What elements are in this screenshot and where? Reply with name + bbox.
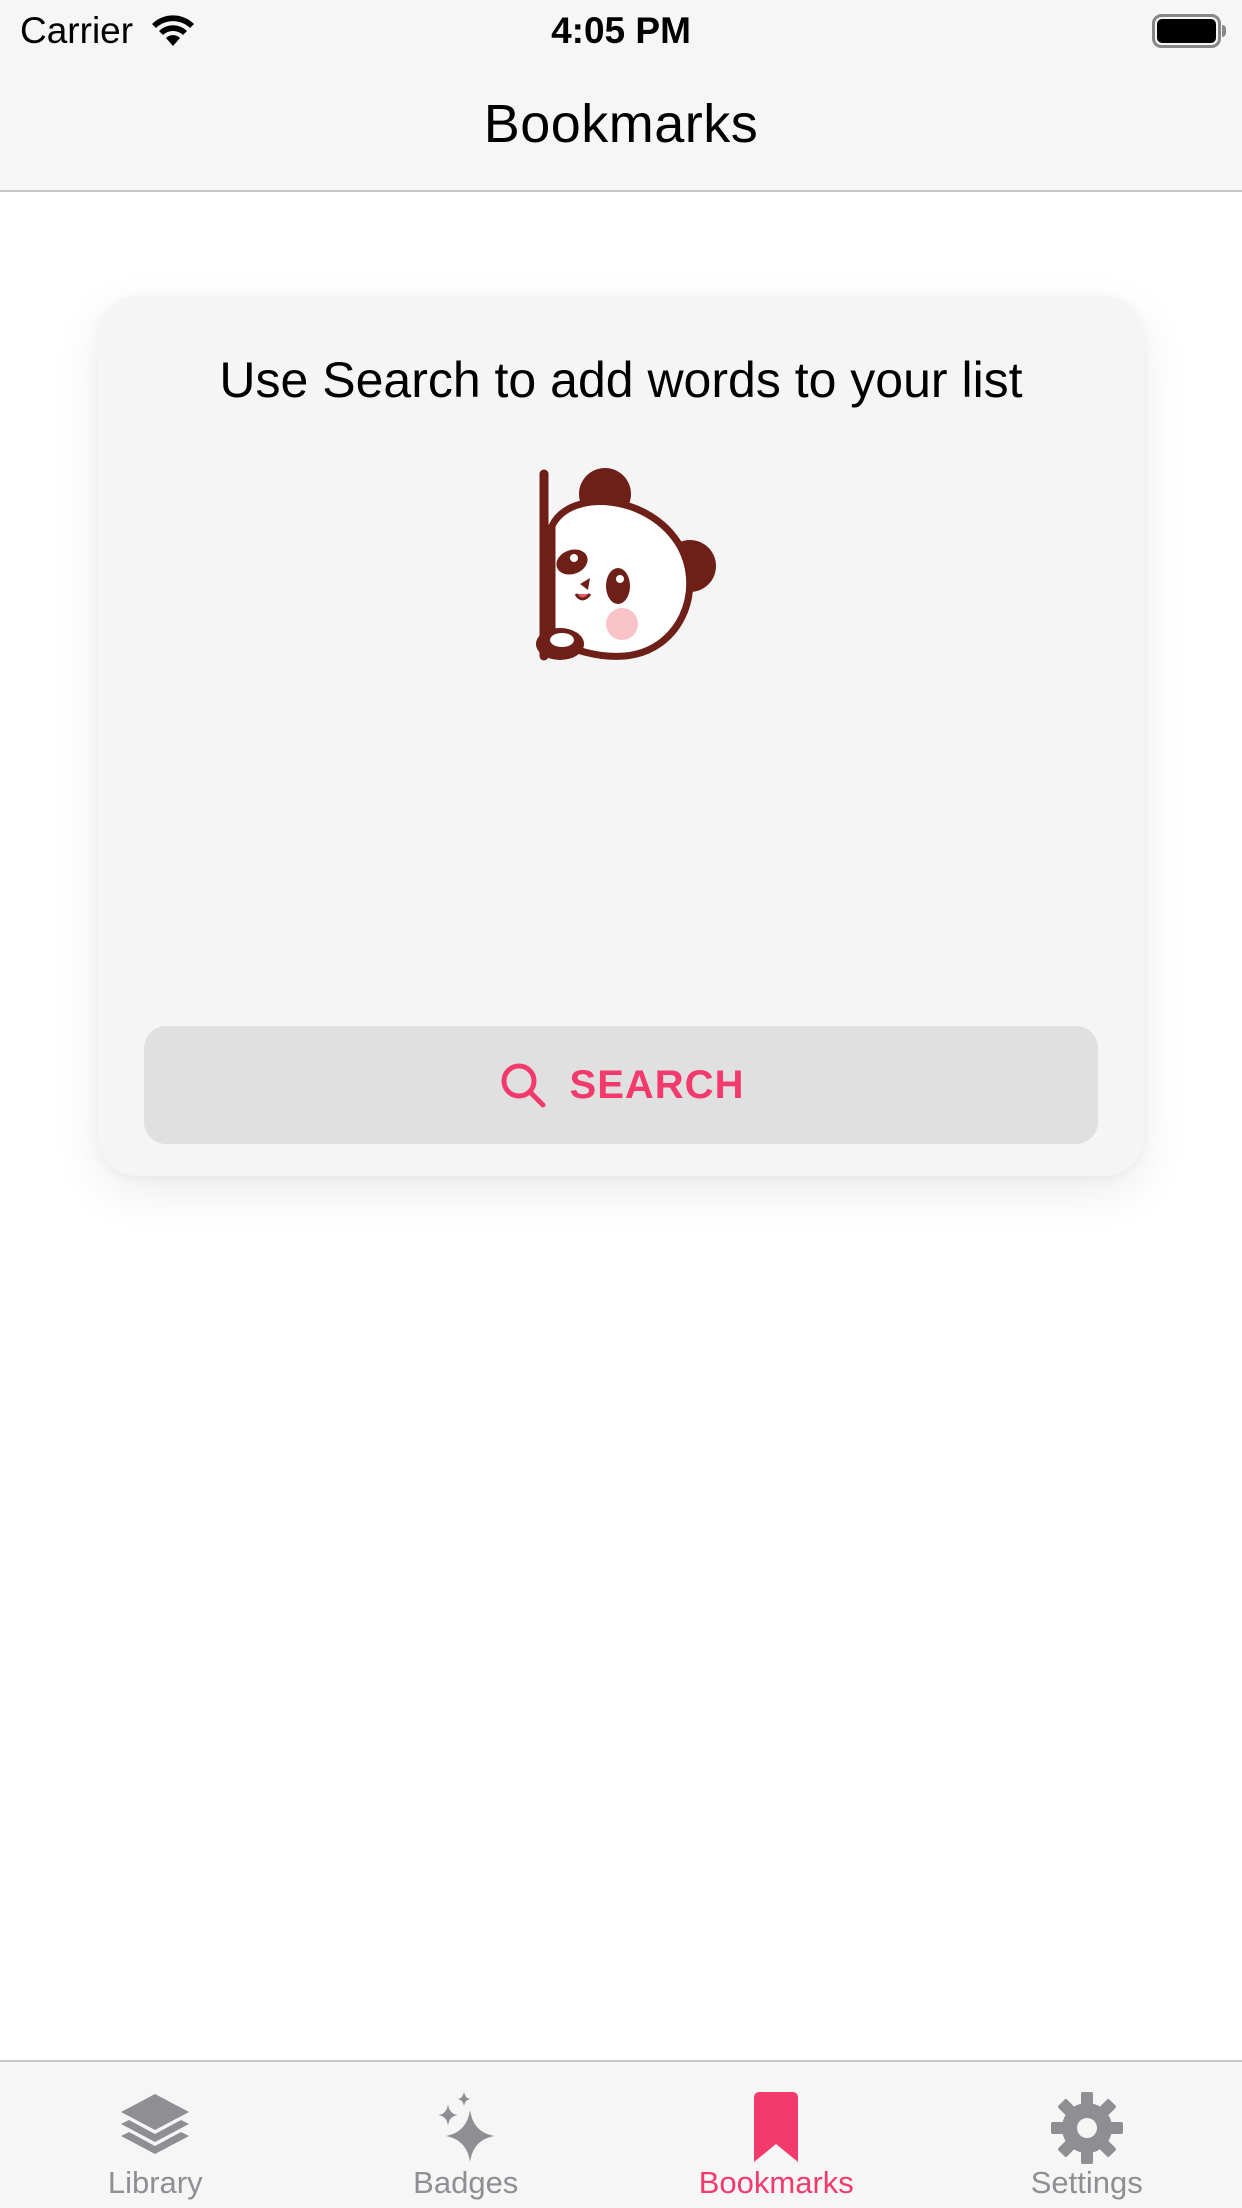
search-icon	[501, 1063, 546, 1108]
panda-illustration	[536, 468, 716, 661]
layers-icon	[121, 2094, 190, 2154]
battery-icon	[1152, 14, 1226, 48]
gear-icon	[1050, 2092, 1123, 2164]
status-carrier: Carrier	[20, 10, 134, 51]
empty-state-card: Use Search to add words to your list SEA…	[98, 296, 1144, 1176]
search-button[interactable]: SEARCH	[144, 1026, 1098, 1144]
tab-label-badges: Badges	[413, 2165, 519, 2200]
tab-label-settings: Settings	[1030, 2165, 1143, 2200]
wifi-icon	[152, 15, 194, 46]
tab-bookmarks[interactable]: Bookmarks	[621, 2062, 932, 2208]
page-title: Bookmarks	[483, 94, 759, 154]
search-button-label: SEARCH	[569, 1062, 745, 1107]
bookmark-icon	[754, 2092, 799, 2162]
tab-library[interactable]: Library	[0, 2062, 311, 2208]
tab-badges[interactable]: Badges	[311, 2062, 622, 2208]
tab-label-bookmarks: Bookmarks	[698, 2165, 854, 2200]
sparkles-icon	[437, 2092, 494, 2162]
navigation-bar: Carrier 4:05 PM Bookmarks	[0, 0, 1242, 192]
tab-bar: Library Badges Bookmarks Settings	[0, 2060, 1242, 2208]
empty-state-message: Use Search to add words to your list	[219, 352, 1023, 408]
tab-label-library: Library	[107, 2165, 203, 2200]
screen: Carrier 4:05 PM Bookmarks Use Search to …	[0, 0, 1242, 2208]
tab-settings[interactable]: Settings	[932, 2062, 1242, 2208]
